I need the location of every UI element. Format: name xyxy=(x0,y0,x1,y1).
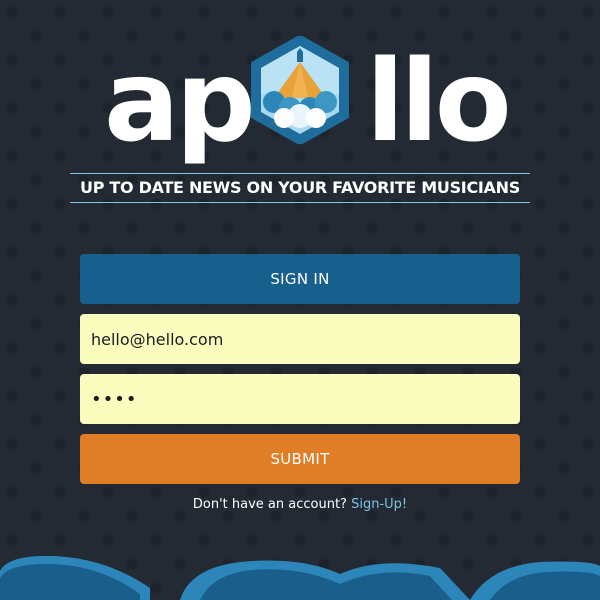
decorative-waves xyxy=(0,555,600,600)
logo-text-right: llo xyxy=(366,37,512,167)
login-page: ap llo UP TO DATE NEWS ON YOUR FAVORITE … xyxy=(0,0,600,600)
email-field[interactable] xyxy=(80,314,520,364)
tagline: UP TO DATE NEWS ON YOUR FAVORITE MUSICIA… xyxy=(70,173,530,203)
sign-in-header: SIGN IN xyxy=(80,254,520,304)
password-field[interactable] xyxy=(80,374,520,424)
rocket-clouds-hexagon-icon xyxy=(251,36,349,144)
signup-prompt-text: Don't have an account? xyxy=(192,497,347,512)
submit-button[interactable]: SUBMIT xyxy=(80,434,520,484)
signup-link[interactable]: Sign-Up! xyxy=(351,497,407,512)
logo-text-left: ap xyxy=(104,37,256,167)
apollo-logo: ap llo xyxy=(104,36,512,158)
signup-prompt-line: Don't have an account? Sign-Up! xyxy=(0,497,600,512)
